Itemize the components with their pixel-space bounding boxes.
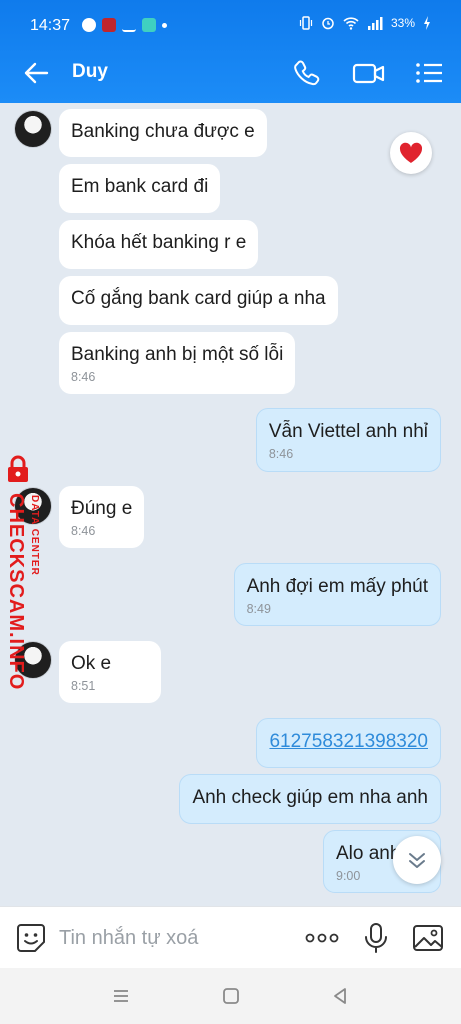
message-text: Đúng e [71, 498, 133, 519]
scroll-down-button[interactable] [393, 836, 441, 884]
watermark: CHECKSCAM.INFO DATA CENTER [2, 455, 54, 690]
message-bubble[interactable]: Em bank card đi [59, 164, 221, 213]
message-bubble[interactable]: Banking chưa được e [59, 109, 267, 157]
chat-header: Duy [0, 44, 461, 103]
signal-icon [367, 17, 383, 30]
message-text: Ok e [71, 653, 112, 674]
more-options-icon[interactable] [304, 922, 340, 954]
message-bubble[interactable]: Anh đợi em mấy phút 8:49 [233, 563, 441, 626]
microphone-icon[interactable] [360, 922, 392, 954]
messenger-icon [82, 18, 96, 32]
system-icons: 33% [299, 16, 431, 30]
message-time: 8:46 [268, 447, 294, 461]
notification-icons [82, 18, 167, 32]
message-list[interactable]: Banking chưa được e Em bank card đi Khóa… [0, 103, 461, 906]
lock-icon [8, 455, 28, 482]
message-text: Cố gắng bank card giúp a nha [71, 288, 326, 309]
avatar[interactable] [14, 110, 52, 148]
arrow-left-icon[interactable] [22, 59, 50, 87]
message-time: 8:46 [71, 524, 96, 538]
status-bar: 14:37 33% [0, 0, 461, 44]
menu-list-icon[interactable] [414, 58, 444, 88]
message-time: 8:46 [71, 370, 96, 384]
message-time: 8:51 [71, 679, 96, 693]
alarm-icon [322, 17, 334, 30]
wifi-icon [343, 17, 359, 30]
message-time: 8:49 [246, 602, 271, 616]
message-text: Alo anh [336, 843, 401, 864]
message-text: Anh đợi em mấy phút [246, 576, 428, 597]
message-bubble[interactable]: Cố gắng bank card giúp a nha [59, 276, 338, 325]
message-composer: Tin nhắn tự xoá [0, 906, 461, 968]
vibrate-icon [299, 16, 313, 30]
message-input[interactable]: Tin nhắn tự xoá [59, 927, 198, 950]
app-notification-icon [102, 18, 116, 32]
home-icon[interactable] [221, 986, 241, 1006]
image-icon[interactable] [412, 922, 444, 954]
message-text: Em bank card đi [71, 176, 209, 197]
chat-app-icon [142, 18, 156, 32]
message-text: Banking anh bị một số lỗi [71, 344, 284, 365]
message-bubble[interactable]: Ok e 8:51 [59, 641, 161, 703]
message-text: Banking chưa được e [71, 121, 255, 142]
contact-name[interactable]: Duy [72, 61, 108, 83]
more-dot-icon [162, 22, 167, 28]
phone-number-link[interactable]: 612758321398320 [269, 731, 428, 752]
watermark-title: CHECKSCAM.INFO [5, 493, 27, 691]
status-time: 14:37 [30, 17, 71, 34]
message-text: Khóa hết banking r e [71, 232, 247, 253]
message-bubble[interactable]: 612758321398320 [256, 718, 441, 768]
top-bar: 14:37 33% Duy [0, 0, 461, 103]
recent-apps-icon[interactable] [111, 986, 131, 1006]
battery-percent: 33% [390, 16, 415, 30]
message-text: Anh check giúp em nha anh [192, 787, 428, 808]
check-download-icon [122, 18, 136, 32]
back-nav-icon[interactable] [330, 986, 350, 1006]
system-nav-bar [0, 968, 461, 1024]
watermark-subtitle: DATA CENTER [29, 495, 40, 576]
phone-icon[interactable] [292, 58, 322, 88]
video-camera-icon[interactable] [352, 58, 386, 88]
double-chevron-down-icon [409, 853, 425, 868]
message-bubble[interactable]: Khóa hết banking r e [59, 220, 259, 269]
message-bubble[interactable]: Anh check giúp em nha anh [179, 774, 441, 824]
heart-icon[interactable] [390, 132, 432, 174]
charging-icon [424, 16, 430, 30]
message-bubble[interactable]: Vẫn Viettel anh nhỉ 8:46 [255, 408, 441, 472]
message-bubble[interactable]: Banking anh bị một số lỗi 8:46 [59, 332, 296, 394]
message-bubble[interactable]: Đúng e 8:46 [59, 486, 145, 548]
sticker-icon[interactable] [15, 922, 47, 954]
message-text: Vẫn Viettel anh nhỉ [268, 421, 428, 442]
